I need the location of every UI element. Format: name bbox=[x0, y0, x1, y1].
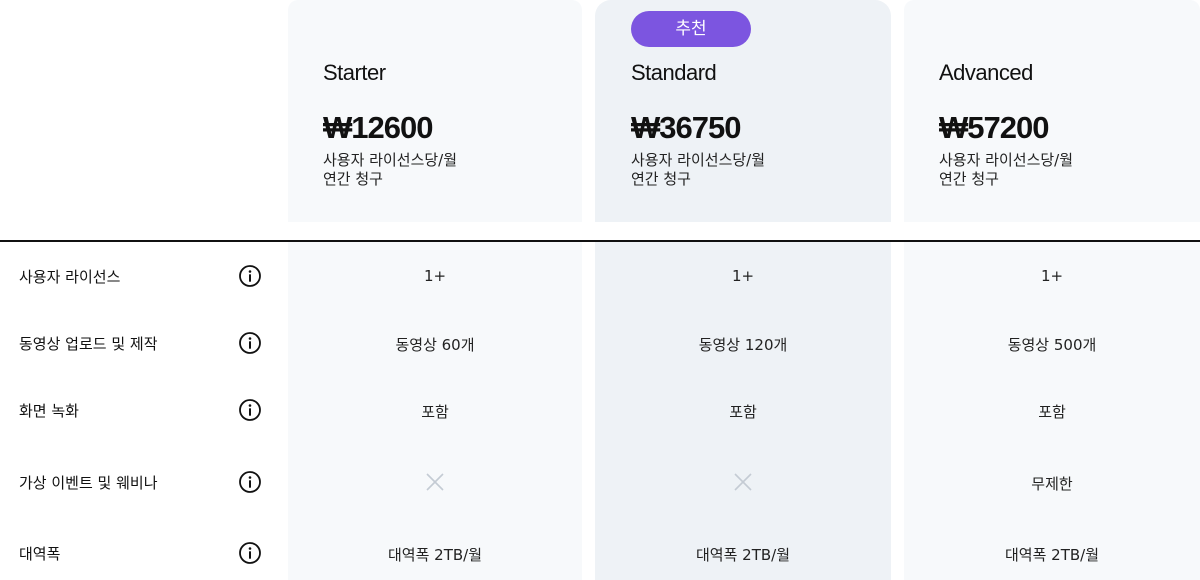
plan-billing-period: 연간 청구 bbox=[631, 170, 691, 188]
plan-price: ₩36750 bbox=[631, 110, 741, 145]
plan-name: Advanced bbox=[939, 60, 1033, 85]
feature-value: 대역폭 2TB/월 bbox=[387, 546, 483, 564]
feature-label: 화면 녹화 bbox=[19, 402, 79, 420]
info-icon[interactable] bbox=[238, 470, 262, 494]
info-icon[interactable] bbox=[238, 398, 262, 422]
feature-value: 동영상 120개 bbox=[698, 336, 788, 354]
feature-row-virtual-events: 가상 이벤트 및 웨비나 무제한 bbox=[0, 469, 1200, 495]
feature-value: 1+ bbox=[423, 267, 447, 285]
feature-label: 대역폭 bbox=[19, 545, 61, 563]
feature-value: 포함 bbox=[1038, 403, 1066, 421]
info-icon[interactable] bbox=[238, 264, 262, 288]
feature-value: 1+ bbox=[1040, 267, 1064, 285]
plan-price: ₩57200 bbox=[939, 110, 1049, 145]
not-included-icon bbox=[734, 473, 752, 491]
info-icon[interactable] bbox=[238, 331, 262, 355]
feature-value: 포함 bbox=[729, 403, 757, 421]
not-included-icon bbox=[426, 473, 444, 491]
plan-price-unit: 사용자 라이선스당/월 bbox=[939, 151, 1074, 169]
plan-header-advanced: Advanced ₩57200 사용자 라이선스당/월 연간 청구 bbox=[939, 0, 1189, 222]
feature-value: 동영상 500개 bbox=[1007, 336, 1097, 354]
plan-billing-period: 연간 청구 bbox=[323, 170, 383, 188]
feature-label: 가상 이벤트 및 웨비나 bbox=[19, 474, 158, 492]
feature-value: 동영상 60개 bbox=[395, 336, 475, 354]
feature-value: 대역폭 2TB/월 bbox=[1004, 546, 1100, 564]
feature-value: 1+ bbox=[731, 267, 755, 285]
feature-value: 포함 bbox=[421, 403, 449, 421]
plan-billing-period: 연간 청구 bbox=[939, 170, 999, 188]
feature-label: 동영상 업로드 및 제작 bbox=[19, 335, 158, 353]
plan-name: Starter bbox=[323, 60, 386, 85]
header-divider bbox=[0, 240, 1200, 242]
pricing-comparison-table: Starter ₩12600 사용자 라이선스당/월 연간 청구 추천 Stan… bbox=[0, 0, 1200, 580]
plan-header-standard: 추천 Standard ₩36750 사용자 라이선스당/월 연간 청구 bbox=[631, 0, 881, 222]
plan-price: ₩12600 bbox=[323, 110, 433, 145]
plan-header-starter: Starter ₩12600 사용자 라이선스당/월 연간 청구 bbox=[323, 0, 573, 222]
feature-row-user-license: 사용자 라이선스 1+ 1+ 1+ bbox=[0, 263, 1200, 289]
plan-name: Standard bbox=[631, 60, 717, 85]
plan-price-unit: 사용자 라이선스당/월 bbox=[323, 151, 458, 169]
feature-label: 사용자 라이선스 bbox=[19, 268, 121, 286]
feature-row-bandwidth: 대역폭 대역폭 2TB/월 대역폭 2TB/월 대역폭 2TB/월 bbox=[0, 540, 1200, 566]
feature-row-video-upload: 동영상 업로드 및 제작 동영상 60개 동영상 120개 동영상 500개 bbox=[0, 330, 1200, 356]
feature-value: 무제한 bbox=[1031, 475, 1073, 493]
feature-row-screen-recording: 화면 녹화 포함 포함 포함 bbox=[0, 397, 1200, 423]
info-icon[interactable] bbox=[238, 541, 262, 565]
feature-value: 대역폭 2TB/월 bbox=[695, 546, 791, 564]
header-gap bbox=[0, 222, 1200, 240]
plan-price-unit: 사용자 라이선스당/월 bbox=[631, 151, 766, 169]
recommended-badge: 추천 bbox=[631, 11, 751, 47]
